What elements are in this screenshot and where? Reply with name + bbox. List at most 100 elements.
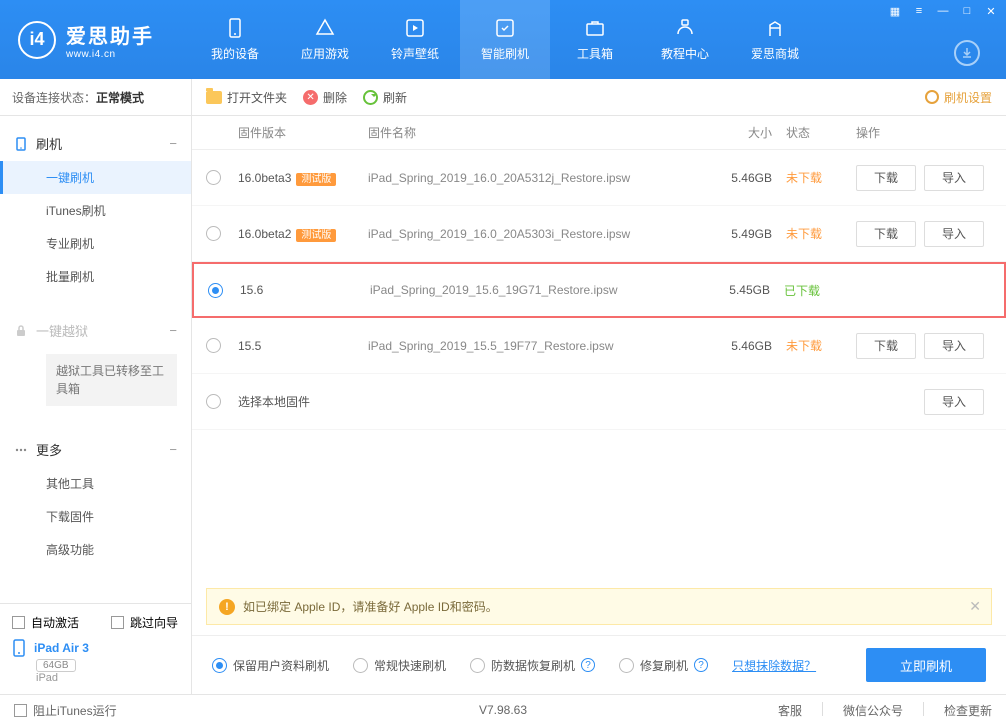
more-icon [14, 443, 28, 457]
device-name: iPad Air 3 [34, 641, 89, 655]
help-icon[interactable]: ? [581, 658, 595, 672]
sidebar-item[interactable]: 批量刷机 [0, 260, 191, 293]
nav-1[interactable]: 应用游戏 [280, 0, 370, 79]
erase-only-link[interactable]: 只想抹除数据？ [732, 657, 816, 674]
fw-version: 15.6 [240, 283, 370, 297]
win-grid-icon[interactable]: ▦ [884, 2, 906, 20]
import-button[interactable]: 导入 [924, 165, 984, 191]
firmware-row[interactable]: 15.6 iPad_Spring_2019_15.6_19G71_Restore… [192, 262, 1006, 318]
radio-select[interactable] [208, 283, 223, 298]
flash-options: 保留用户资料刷机 常规快速刷机 防数据恢复刷机? 修复刷机? 只想抹除数据？ 立… [192, 635, 1006, 694]
status-value: 正常模式 [96, 89, 144, 106]
main-nav: 我的设备应用游戏铃声壁纸智能刷机工具箱教程中心爱思商城 [190, 0, 820, 79]
nav-3[interactable]: 智能刷机 [460, 0, 550, 79]
import-button[interactable]: 导入 [924, 389, 984, 415]
nav-6[interactable]: 爱思商城 [730, 0, 820, 79]
radio-icon [619, 658, 634, 673]
local-firmware-row[interactable]: 选择本地固件 导入 [192, 374, 1006, 430]
collapse-icon: − [169, 442, 177, 457]
fw-state: 未下载 [772, 225, 842, 242]
app-url: www.i4.cn [66, 49, 154, 60]
footer-link[interactable]: 微信公众号 [843, 702, 903, 719]
skip-guide-label: 跳过向导 [130, 614, 178, 631]
sidebar-item[interactable]: 其他工具 [0, 467, 191, 500]
firmware-row[interactable]: 15.5 iPad_Spring_2019_15.5_19F77_Restore… [192, 318, 1006, 374]
import-button[interactable]: 导入 [924, 221, 984, 247]
firmware-row[interactable]: 16.0beta2测试版 iPad_Spring_2019_16.0_20A53… [192, 206, 1006, 262]
sidebar-item[interactable]: 一键刷机 [0, 161, 191, 194]
import-button[interactable]: 导入 [924, 333, 984, 359]
status-label: 设备连接状态： [12, 89, 96, 106]
auto-activate-label: 自动激活 [31, 614, 79, 631]
device-type: iPad [36, 672, 179, 684]
radio-local[interactable] [206, 394, 221, 409]
download-button[interactable]: 下载 [856, 221, 916, 247]
help-icon[interactable]: ? [694, 658, 708, 672]
open-folder-button[interactable]: 打开文件夹 [206, 89, 287, 106]
nav-2[interactable]: 铃声壁纸 [370, 0, 460, 79]
th-state: 状态 [772, 124, 842, 141]
fw-name: iPad_Spring_2019_15.5_19F77_Restore.ipsw [368, 339, 702, 353]
nav-0[interactable]: 我的设备 [190, 0, 280, 79]
win-menu-icon[interactable]: ≡ [908, 2, 930, 20]
delete-icon: ✕ [303, 90, 318, 105]
sidebar-group-flash[interactable]: 刷机 − [0, 126, 191, 161]
sidebar-item[interactable]: iTunes刷机 [0, 194, 191, 227]
toolbar: 打开文件夹 ✕ 删除 刷新 刷机设置 [192, 79, 1006, 116]
minimize-icon[interactable]: — [932, 2, 954, 20]
fw-size: 5.45GB [700, 283, 770, 297]
firmware-row[interactable]: 16.0beta3测试版 iPad_Spring_2019_16.0_20A53… [192, 150, 1006, 206]
sidebar-item[interactable]: 下载固件 [0, 500, 191, 533]
nav-icon [404, 17, 426, 39]
close-icon[interactable]: ✕ [980, 2, 1002, 20]
download-button[interactable]: 下载 [856, 333, 916, 359]
maximize-icon[interactable]: □ [956, 2, 978, 20]
refresh-button[interactable]: 刷新 [363, 89, 407, 106]
radio-select[interactable] [206, 226, 221, 241]
delete-button[interactable]: ✕ 删除 [303, 89, 347, 106]
auto-activate-checkbox[interactable] [12, 616, 25, 629]
notice-text: 如已绑定 Apple ID，请准备好 Apple ID和密码。 [243, 598, 498, 615]
radio-icon [353, 658, 368, 673]
connected-device[interactable]: iPad Air 3 [12, 639, 179, 657]
download-center-icon[interactable] [954, 40, 980, 66]
sidebar-item[interactable]: 专业刷机 [0, 227, 191, 260]
main-content: 打开文件夹 ✕ 删除 刷新 刷机设置 固件版本 固件名称 大小 状态 操作 [192, 79, 1006, 694]
th-name: 固件名称 [368, 124, 702, 141]
fw-state: 未下载 [772, 169, 842, 186]
fw-name: iPad_Spring_2019_16.0_20A5303i_Restore.i… [368, 227, 702, 241]
logo-icon: i4 [18, 21, 56, 59]
footer-link[interactable]: 检查更新 [944, 702, 992, 719]
version-label: V7.98.63 [479, 703, 527, 717]
fw-version: 15.5 [238, 339, 368, 353]
sidebar-group-more[interactable]: 更多 − [0, 432, 191, 467]
fw-size: 5.49GB [702, 227, 772, 241]
window-controls: ▦ ≡ — □ ✕ [884, 2, 1002, 20]
sidebar-item[interactable]: 高级功能 [0, 533, 191, 566]
skip-guide-checkbox[interactable] [111, 616, 124, 629]
sidebar: 设备连接状态： 正常模式 刷机 − 一键刷机iTunes刷机专业刷机批量刷机 一… [0, 79, 192, 694]
app-footer: 阻止iTunes运行 V7.98.63 客服微信公众号检查更新 [0, 694, 1006, 725]
device-icon [12, 639, 26, 657]
device-status: 设备连接状态： 正常模式 [0, 79, 191, 116]
nav-5[interactable]: 教程中心 [640, 0, 730, 79]
nav-4[interactable]: 工具箱 [550, 0, 640, 79]
gear-icon [925, 90, 939, 104]
footer-link[interactable]: 客服 [778, 702, 802, 719]
fw-version: 16.0beta3测试版 [238, 170, 368, 185]
opt-keep-data[interactable]: 保留用户资料刷机 [212, 657, 329, 674]
opt-normal[interactable]: 常规快速刷机 [353, 657, 446, 674]
flash-now-button[interactable]: 立即刷机 [866, 648, 986, 682]
radio-select[interactable] [206, 170, 221, 185]
sidebar-group-jailbreak: 一键越狱 − [0, 313, 191, 348]
opt-repair[interactable]: 修复刷机? [619, 657, 708, 674]
download-button[interactable]: 下载 [856, 165, 916, 191]
radio-select[interactable] [206, 338, 221, 353]
flash-settings-button[interactable]: 刷机设置 [925, 89, 992, 106]
block-itunes-checkbox[interactable] [14, 704, 27, 717]
th-version: 固件版本 [238, 124, 368, 141]
beta-tag: 测试版 [296, 229, 336, 242]
close-notice-icon[interactable]: ✕ [969, 598, 981, 615]
opt-anti-recover[interactable]: 防数据恢复刷机? [470, 657, 595, 674]
collapse-icon: − [169, 136, 177, 151]
